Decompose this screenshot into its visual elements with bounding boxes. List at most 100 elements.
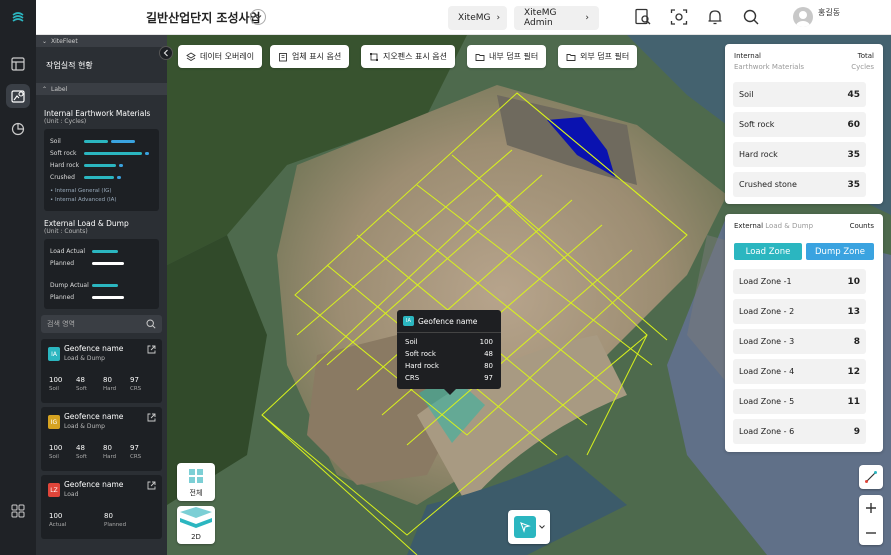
geofence-icon <box>370 52 378 61</box>
folder-filter-icon <box>566 53 576 61</box>
material-row[interactable]: Soil 45 <box>733 82 866 107</box>
open-external-icon[interactable] <box>147 481 156 490</box>
bar-ia <box>145 151 149 155</box>
geofence-tooltip: IA Geofence name Soil 100 Soft rock 48 Har… <box>397 310 501 395</box>
zone-row[interactable]: Load Zone - 5 11 <box>733 389 866 414</box>
geofence-card[interactable]: LZ Geofence name Load 100 Actual 80 Planne… <box>41 475 162 539</box>
value-number: 48 <box>76 444 85 452</box>
data-overlay-button[interactable]: 데이터 오버레이 <box>178 45 263 68</box>
card-unit-label: Cycles <box>851 63 874 71</box>
geofence-type: Load & Dump <box>64 355 105 362</box>
row-value: 35 <box>847 179 860 190</box>
chevron-down-icon[interactable] <box>538 525 545 529</box>
card-subtitle: Load & Dump <box>765 222 814 230</box>
bar-ig <box>84 163 116 167</box>
document-search-icon[interactable] <box>634 8 652 26</box>
value-cell: 80 Hard <box>103 376 130 392</box>
section-header-xitefleet[interactable]: ⌄ XiteFleet <box>36 35 167 47</box>
row-value: 9 <box>853 426 860 437</box>
bar-label: Planned <box>50 259 75 267</box>
internal-unit: (Unit : Cycles) <box>44 118 87 125</box>
xitemg-button[interactable]: XiteMG › <box>448 6 507 30</box>
dump-zone-button[interactable]: Dump Zone <box>806 243 874 260</box>
tooltip-label: Soil <box>405 338 418 346</box>
value-label: Actual <box>49 522 67 528</box>
zone-row[interactable]: Load Zone - 6 9 <box>733 419 866 444</box>
value-number: 48 <box>76 376 85 384</box>
card-subtitle: Earthwork Materials <box>734 63 805 71</box>
map-analytics-icon[interactable] <box>6 84 30 108</box>
zone-row[interactable]: Load Zone -1 10 <box>733 269 866 294</box>
measure-button[interactable] <box>859 465 883 489</box>
project-dropdown-button[interactable] <box>250 9 266 25</box>
value-number: 97 <box>130 444 139 452</box>
legend-label: Internal Advanced (IA) <box>55 197 117 203</box>
section-title: Label <box>51 85 68 93</box>
zone-row[interactable]: Load Zone - 4 12 <box>733 359 866 384</box>
internal-legend: • Internal General (IG) • Internal Advan… <box>50 187 153 205</box>
search-placeholder: 검색 영역 <box>47 320 75 328</box>
app-root: 길반산업단지 조성사업 XiteMG › XiteMG Admin › 홍길동 <box>0 0 891 555</box>
value-cell: 80 Hard <box>103 444 130 460</box>
bell-icon[interactable] <box>706 8 724 26</box>
value-cell: 48 Soft <box>76 376 103 392</box>
xitemg-admin-button[interactable]: XiteMG Admin › <box>514 6 599 30</box>
button-label: 지오펜스 표시 옵션 <box>383 52 447 61</box>
bar-ia <box>117 175 121 179</box>
bar-label: Dump Actual <box>50 281 89 289</box>
load-zone-button[interactable]: Load Zone <box>734 243 802 260</box>
external-dump-filter-button[interactable]: 외부 덤프 필터 <box>558 45 638 68</box>
zone-row[interactable]: Load Zone - 3 8 <box>733 329 866 354</box>
internal-materials-card: Internal Earthwork Materials Total Cycle… <box>725 44 883 204</box>
logo-icon[interactable] <box>6 6 30 30</box>
value-label: Hard <box>103 454 117 460</box>
material-row[interactable]: Crushed stone 35 <box>733 172 866 197</box>
bar-ig <box>84 151 142 155</box>
internal-dump-filter-button[interactable]: 내부 덤프 필터 <box>467 45 547 68</box>
xitemg-label: XiteMG <box>458 13 491 23</box>
company-options-button[interactable]: 업체 표시 옵션 <box>270 45 350 68</box>
geofence-options-button[interactable]: 지오펜스 표시 옵션 <box>361 45 455 68</box>
material-row[interactable]: Soft rock 60 <box>733 112 866 137</box>
zoom-out-icon[interactable] <box>865 527 877 539</box>
row-value: 8 <box>853 336 860 347</box>
geofence-card[interactable]: IG Geofence name Load & Dump 100 Soil 48 S… <box>41 407 162 471</box>
geofence-card[interactable]: IA Geofence name Load & Dump 100 Soil 48 S… <box>41 339 162 403</box>
scan-icon[interactable] <box>670 8 688 26</box>
zoom-in-icon[interactable] <box>865 502 877 514</box>
section-header-label[interactable]: ⌃ Label <box>36 83 167 95</box>
view-all-button[interactable]: 전체 <box>177 463 215 501</box>
view-2d-button[interactable]: 2D <box>177 506 215 544</box>
material-row[interactable]: Hard rock 35 <box>733 142 866 167</box>
tooltip-label: Hard rock <box>405 362 439 370</box>
collapse-panel-button[interactable] <box>159 46 173 60</box>
open-external-icon[interactable] <box>147 345 156 354</box>
select-tool-button[interactable] <box>508 510 550 544</box>
bar-load-actual <box>92 249 118 253</box>
bar-row: Dump Actual <box>50 279 153 291</box>
project-title: 길반산업단지 조성사업 <box>146 11 261 25</box>
cursor-icon <box>519 522 531 533</box>
button-label: 업체 표시 옵션 <box>292 52 342 61</box>
apps-grid-icon[interactable] <box>6 499 30 523</box>
card-total-label: Total <box>857 52 874 60</box>
search-icon[interactable] <box>146 319 156 329</box>
value-number: 100 <box>49 444 63 452</box>
zone-row[interactable]: Load Zone - 2 13 <box>733 299 866 324</box>
bar-label: Planned <box>50 293 75 301</box>
avatar[interactable] <box>793 7 813 27</box>
value-number: 97 <box>130 376 139 384</box>
value-number: 100 <box>49 512 63 520</box>
open-external-icon[interactable] <box>147 413 156 422</box>
tooltip-row: CRS 97 <box>405 374 493 382</box>
row-label: Crushed stone <box>739 180 797 189</box>
layout-icon[interactable] <box>6 52 30 76</box>
work-status-title[interactable]: 작업실적 현황 <box>36 47 167 83</box>
user-name: 홍길동 <box>818 8 841 17</box>
pie-chart-icon[interactable] <box>6 117 30 141</box>
search-icon[interactable] <box>742 8 760 26</box>
view-2d-label: 2D <box>191 533 201 541</box>
geofence-values: 100 Actual 80 Planned <box>49 512 159 528</box>
value-cell: 97 CRS <box>130 376 157 392</box>
search-input[interactable]: 검색 영역 <box>41 315 162 333</box>
